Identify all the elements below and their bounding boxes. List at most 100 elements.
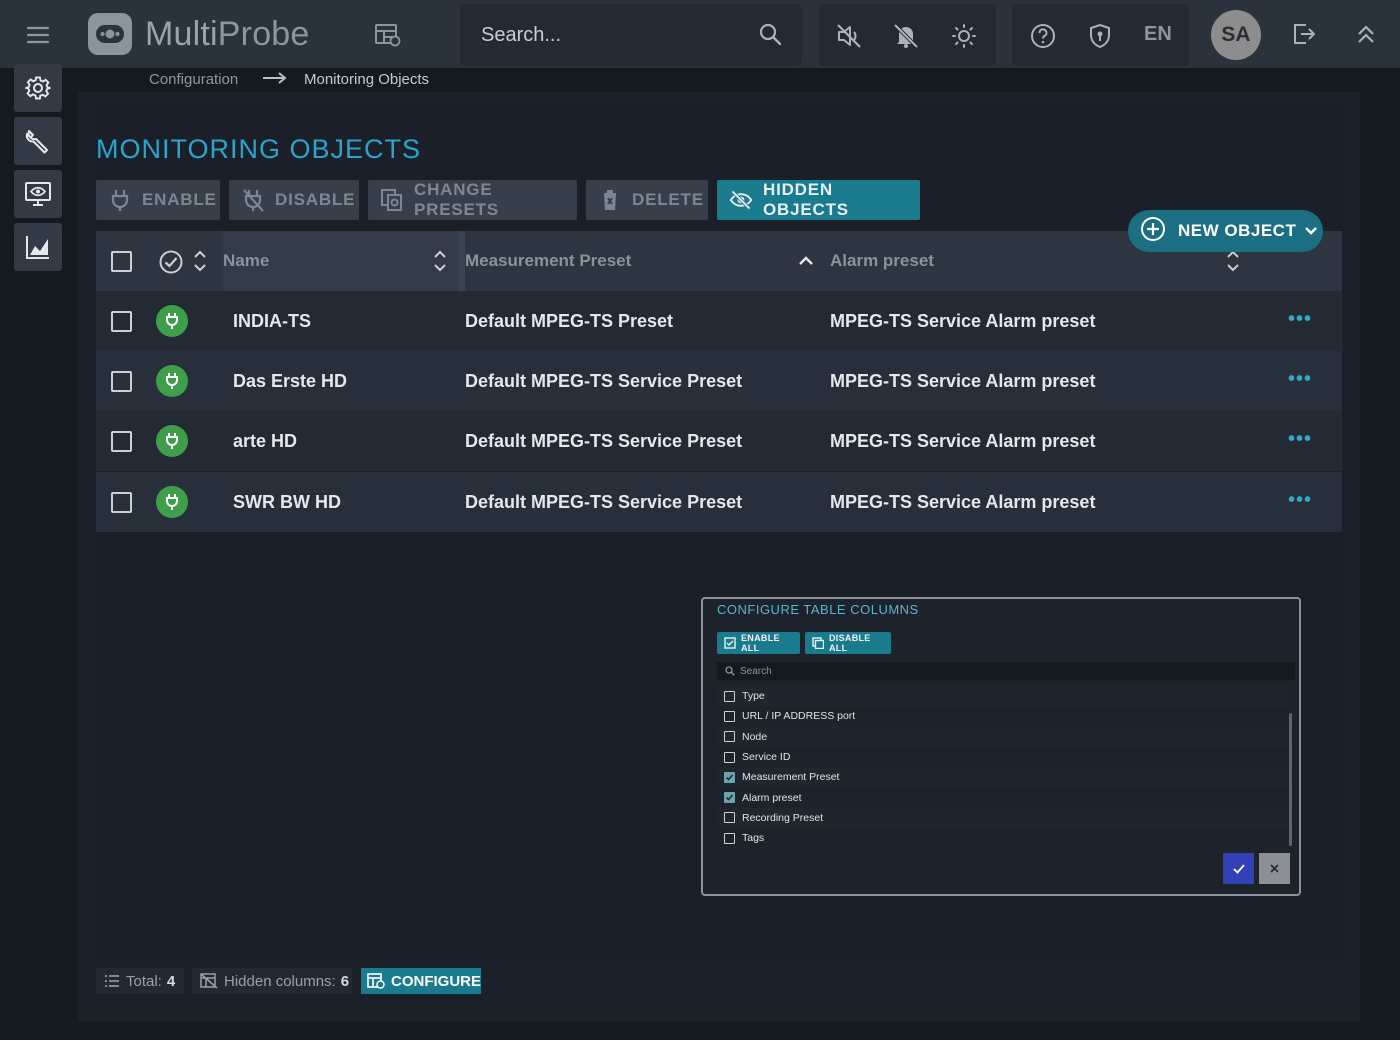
enable-all-label: ENABLE ALL [741,633,780,653]
option-label: Node [742,730,768,743]
arrow-right-icon [262,70,288,91]
column-option[interactable]: Service ID [717,747,1289,767]
option-checkbox[interactable] [724,731,735,743]
row-checkbox[interactable] [111,431,132,452]
cell-alarm-preset: MPEG-TS Service Alarm preset [830,492,1096,512]
table-row[interactable]: INDIA-TS Default MPEG-TS Preset MPEG-TS … [96,291,1342,351]
hidden-objects-button[interactable]: HIDDEN OBJECTS [717,180,920,220]
help-circle-icon[interactable] [1029,22,1057,50]
volume-mute-icon[interactable] [835,22,863,50]
disable-label: DISABLE [275,190,356,209]
more-options-icon[interactable]: ••• [1288,308,1312,331]
language-selector[interactable]: EN [1144,23,1172,46]
sort-ascending-icon[interactable] [798,253,814,271]
option-checkbox[interactable] [724,690,735,702]
cell-name: arte HD [233,431,298,451]
table-row[interactable]: SWR BW HD Default MPEG-TS Service Preset… [96,472,1342,532]
change-presets-button[interactable]: CHANGE PRESETS [368,180,577,220]
checkbox-blank-multiple-icon [812,637,824,649]
configure-columns-dialog: CONFIGURE TABLE COLUMNS ENABLE ALL DISAB… [701,597,1301,896]
cell-name: Das Erste HD [233,371,348,391]
column-resize-handle[interactable] [458,231,465,291]
enable-button[interactable]: ENABLE [96,180,220,220]
cell-alarm-preset: MPEG-TS Service Alarm preset [830,431,1096,451]
breadcrumb-parent[interactable]: Configuration [149,71,238,89]
row-checkbox[interactable] [111,492,132,513]
more-options-icon[interactable]: ••• [1288,368,1312,391]
new-object-button[interactable]: NEW OBJECT [1128,210,1323,252]
dialog-search-input[interactable]: Search [717,662,1295,680]
table-row[interactable]: arte HD Default MPEG-TS Service Preset M… [96,411,1342,471]
column-header-name[interactable]: Name [223,251,269,271]
table-row[interactable]: Das Erste HD Default MPEG-TS Service Pre… [96,351,1342,411]
disable-all-button[interactable]: DISABLE ALL [805,632,891,654]
option-checkbox[interactable] [724,710,735,722]
search-input[interactable]: Search... [481,24,561,47]
dialog-scrollbar[interactable] [1289,713,1292,846]
disable-button[interactable]: DISABLE [229,180,359,220]
select-all-checkbox[interactable] [111,251,132,272]
enabled-plug-icon[interactable] [156,486,188,518]
dashboard-grid-icon[interactable] [366,16,410,54]
delete-button[interactable]: DELETE [586,180,708,220]
sort-status-icon[interactable] [193,248,207,274]
column-option[interactable]: URL / IP ADDRESS port [717,706,1289,726]
table-cog-icon [367,973,385,989]
option-checkbox-checked[interactable] [724,792,735,804]
enabled-plug-icon[interactable] [156,425,188,457]
checkbox-multiple-icon [724,637,736,649]
column-option[interactable]: Tags [717,828,1289,848]
column-header-measurement-preset[interactable]: Measurement Preset [465,251,631,271]
bell-off-icon[interactable] [892,22,920,50]
app-logo-icon[interactable] [88,13,132,55]
column-option[interactable]: Recording Preset [717,807,1289,829]
dialog-confirm-button[interactable] [1223,853,1254,884]
total-count: Total: 4 [96,968,184,994]
option-checkbox[interactable] [724,812,735,824]
enabled-plug-icon[interactable] [156,365,188,397]
sidebar-item-tools[interactable] [14,117,62,165]
cell-alarm-preset: MPEG-TS Service Alarm preset [830,311,1096,331]
configure-label: CONFIGURE [391,972,481,990]
search-icon[interactable] [758,22,782,51]
cell-measurement-preset: Default MPEG-TS Service Preset [465,431,743,451]
sidebar-item-monitoring[interactable] [14,170,62,218]
column-option[interactable]: Node [717,726,1289,747]
configure-button[interactable]: CONFIGURE [361,968,481,994]
table-off-icon [200,973,218,989]
option-label: Service ID [742,751,791,764]
brand-bold: Multi [145,15,218,53]
hamburger-icon[interactable] [14,14,62,56]
more-options-icon[interactable]: ••• [1288,428,1312,451]
logout-icon[interactable] [1290,20,1318,48]
option-checkbox[interactable] [724,832,735,844]
cell-measurement-preset: Default MPEG-TS Service Preset [465,371,743,391]
chevrons-up-icon[interactable] [1352,20,1380,48]
option-label: Alarm preset [742,791,802,804]
enabled-plug-icon[interactable] [156,305,188,337]
total-value: 4 [166,972,176,990]
search-box[interactable]: Search... [460,4,802,66]
column-option[interactable]: Alarm preset [717,787,1289,807]
user-avatar[interactable]: SA [1211,10,1261,60]
column-option[interactable]: Type [717,686,1289,707]
enable-all-button[interactable]: ENABLE ALL [717,632,800,654]
dialog-cancel-button[interactable] [1259,853,1290,884]
option-label: Measurement Preset [742,771,840,784]
option-checkbox-checked[interactable] [724,771,735,783]
brightness-icon[interactable] [950,22,978,50]
sort-name-icon[interactable] [433,248,447,274]
row-checkbox[interactable] [111,371,132,392]
option-label: Type [742,690,765,703]
more-options-icon[interactable]: ••• [1288,489,1312,512]
sidebar-item-statistics[interactable] [14,223,62,271]
option-checkbox[interactable] [724,751,735,763]
shield-icon[interactable] [1086,22,1114,50]
column-header-alarm-preset[interactable]: Alarm preset [830,251,934,271]
status-check-icon[interactable] [158,249,184,280]
row-checkbox[interactable] [111,311,132,332]
hidden-objects-label: HIDDEN OBJECTS [763,180,849,219]
sidebar-item-configuration[interactable] [14,64,62,112]
column-option[interactable]: Measurement Preset [717,767,1289,788]
hidden-columns-count: Hidden columns: 6 [192,968,352,994]
